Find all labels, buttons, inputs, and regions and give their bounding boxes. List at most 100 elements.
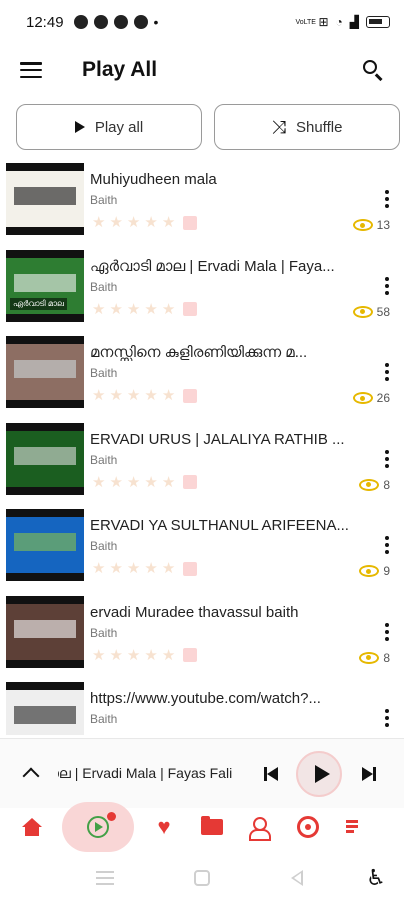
star-icon[interactable]: ★ [162,302,175,317]
star-icon[interactable]: ★ [162,215,175,230]
star-icon[interactable]: ★ [162,388,175,403]
track-row[interactable]: 8 ERVADI URUS | JALALIYA RATHIB ... Baith ★… [0,420,404,507]
star-icon[interactable]: ★ [127,734,140,735]
previous-track-icon[interactable] [258,760,286,788]
star-icon[interactable]: ★ [162,475,175,490]
star-icon[interactable]: ★ [109,475,122,490]
star-icon[interactable]: ★ [144,561,157,576]
more-options-icon[interactable] [384,276,390,295]
track-row[interactable]: 8 ervadi Muradee thavassul baith Baith ★ ★ ★ ★… [0,593,404,680]
star-icon[interactable]: ★ [144,648,157,663]
track-info: മനസ്സിനെ കുളിരണിയിക്കുന്ന മ... Baith ★ ★ ★ ★ ★ [90,336,398,420]
star-icon[interactable]: ★ [92,475,105,490]
star-icon[interactable]: ★ [162,734,175,735]
play-pause-button[interactable] [296,750,342,797]
star-icon[interactable]: ★ [109,648,122,663]
whatsapp-icon [73,15,88,29]
track-subtitle: Baith [90,366,118,380]
nav-albums[interactable] [284,808,332,846]
star-icon[interactable]: ★ [144,302,157,317]
track-thumbnail [6,336,84,408]
star-icon[interactable]: ★ [109,561,122,576]
track-thumbnail [6,163,84,235]
more-options-icon[interactable] [384,363,390,381]
track-subtitle: Baith [90,193,118,207]
more-options-icon[interactable] [384,190,390,208]
search-icon[interactable] [360,57,386,83]
shuffle-icon: ⤨ [271,116,286,137]
star-icon[interactable]: ★ [92,734,105,735]
more-options-icon[interactable] [384,622,390,641]
more-options-icon[interactable] [384,449,390,468]
star-icon[interactable]: ★ [162,561,175,576]
star-icon[interactable]: ★ [144,215,157,230]
home-square-icon[interactable] [194,869,210,886]
nav-folders[interactable] [188,808,236,846]
star-icon[interactable]: ★ [144,388,157,403]
track-info: Muhiyudheen mala Baith ★ ★ ★ ★ ★ [90,163,398,247]
battery-charging-icon [366,16,390,28]
heart-icon: ♥ [157,814,171,839]
chevron-up-icon[interactable] [12,754,52,794]
star-icon[interactable]: ★ [127,561,140,576]
star-icon[interactable]: ★ [109,734,122,735]
shuffle-button[interactable]: ⤨ Shuffle [214,104,400,150]
track-row[interactable]: 58 ഏർവാടി മാല ഏർവാടി മാല | Ervadi Mala | F… [0,247,404,334]
track-thumbnail: ഏർവാടി മാല [6,249,84,322]
rating-badge [183,388,198,403]
next-track-icon[interactable] [354,760,382,788]
rating-stars[interactable]: ★ ★ ★ ★ ★ [92,215,198,230]
star-icon[interactable]: ★ [127,215,140,230]
nav-now-playing[interactable] [62,802,134,852]
accessibility-icon[interactable]: ♿ [364,865,388,890]
track-title: ervadi Muradee thavassul baith [90,603,299,621]
star-icon[interactable]: ★ [144,475,157,490]
track-info: ഏർവാടി മാല | Ervadi Mala | Faya... Baith ★… [90,250,398,334]
track-row[interactable]: 26 മനസ്സിനെ കുളിരണിയിക്കുന്ന മ... Baith ★ ★ ★… [0,333,404,420]
star-icon[interactable]: ★ [109,215,122,230]
star-icon[interactable]: ★ [92,561,105,576]
now-playing-indicator [107,812,116,821]
star-icon[interactable]: ★ [127,302,140,317]
rating-stars[interactable]: ★ ★ ★ ★ ★ [92,561,198,576]
track-title: ERVADI YA SULTHANUL ARIFEENA... [90,517,349,534]
hamburger-menu-icon[interactable] [18,59,44,81]
more-options-icon[interactable] [384,536,390,554]
rating-badge [183,561,198,576]
star-icon[interactable]: ★ [127,475,140,490]
star-icon[interactable]: ★ [92,648,105,663]
star-icon[interactable]: ★ [109,302,122,317]
recent-apps-icon[interactable] [96,870,114,885]
star-icon[interactable]: ★ [162,648,175,663]
rating-stars[interactable]: ★ ★ ★ ★ ★ [92,648,198,663]
back-icon[interactable] [291,869,303,886]
thumbnail-caption: ഏർവാടി മാല [10,297,67,310]
rating-stars[interactable]: ★ ★ ★ ★ ★ [92,475,198,490]
star-icon[interactable]: ★ [92,388,105,403]
nav-artists[interactable] [236,808,284,846]
star-icon[interactable]: ★ [127,648,140,663]
track-row[interactable]: 9 ERVADI YA SULTHANUL ARIFEENA... Baith ★ ★ ★… [0,506,404,593]
star-icon[interactable]: ★ [144,734,157,735]
track-row[interactable]: https://www.youtube.com/watch?...Baith★★… [0,679,404,735]
star-icon[interactable]: ★ [92,302,105,317]
app-header: Play All [0,44,404,96]
star-icon[interactable]: ★ [92,215,105,230]
play-all-button[interactable]: Play all [16,104,202,150]
album-icon [297,816,319,838]
rating-stars[interactable]: ★ ★ ★ ★ ★ [92,388,198,403]
track-row[interactable]: 13 Muhiyudheen mala Baith ★ ★ ★ ★ ★ [0,160,404,247]
nav-home[interactable] [8,808,56,846]
star-icon[interactable]: ★ [109,388,122,403]
rating-badge [183,302,198,316]
more-options-icon[interactable] [384,709,390,727]
status-bar: 12:49 • VoLTE ⊞ ◔ ▟ [0,0,404,44]
star-icon[interactable]: ★ [127,388,140,403]
nav-queue[interactable] [332,808,380,846]
rating-stars[interactable]: ★ ★ ★ ★ ★ [92,302,198,317]
track-title: മനസ്സിനെ കുളിരണിയിക്കുന്ന മ... [90,344,308,361]
page-title: Play All [82,58,158,81]
rating-stars[interactable]: ★ ★ ★ ★ ★ [92,734,198,735]
now-playing-title[interactable]: ഏർവാടി മാല | Ervadi Mala | Fayas Fali [58,765,246,782]
nav-favorites[interactable]: ♥ [140,808,188,846]
